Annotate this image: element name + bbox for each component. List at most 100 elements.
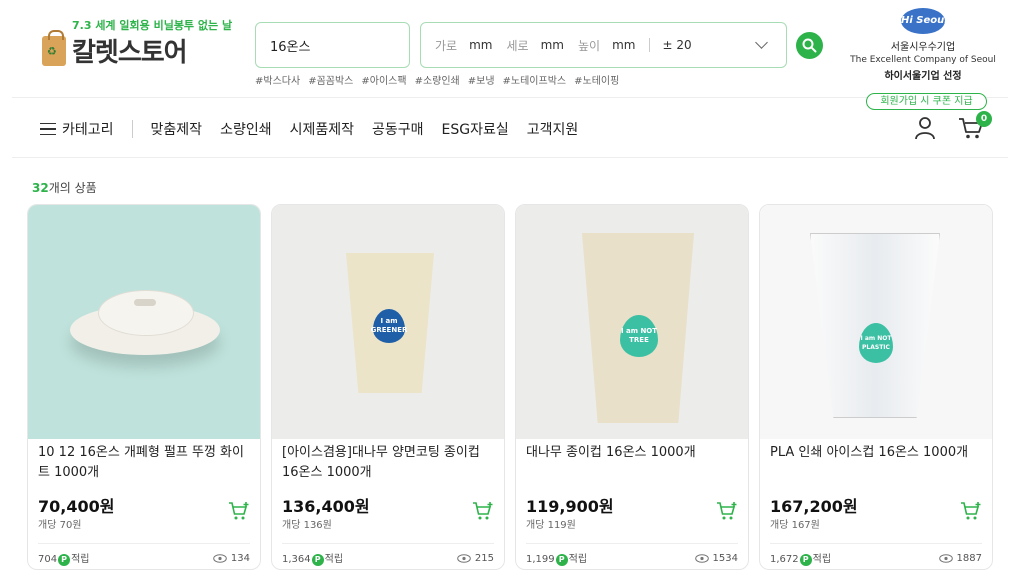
unit-price: 개당 167원 (770, 520, 820, 531)
popular-tags: #박스다사 #꼼꼼박스 #아이스팩 #소량인쇄 #보냉 #노테이프박스 #노테이… (255, 72, 619, 87)
width-unit[interactable]: mm (469, 38, 492, 52)
product-label-drop: I am NOT PLASTIC (859, 323, 893, 363)
search-button[interactable] (796, 32, 823, 59)
points-info: 1,364 P 적립 (282, 550, 343, 566)
count-number: 32 (32, 181, 49, 195)
product-title[interactable]: 10 12 16온스 개폐형 펄프 뚜껑 화이트 1000개 (38, 443, 252, 483)
nav-item-esg[interactable]: ESG자료실 (442, 119, 509, 139)
points-value: 704 (38, 554, 58, 565)
view-count: 1534 (694, 550, 738, 566)
tag-link[interactable]: #꼼꼼박스 (308, 72, 353, 87)
count-suffix: 개의 상품 (48, 181, 97, 195)
category-menu[interactable]: 카테고리 (40, 119, 114, 139)
award-line3: 하이서울기업 선정 (884, 71, 962, 82)
dimension-filter[interactable]: 가로 mm 세로 mm 높이 mm ± 20 (420, 22, 787, 68)
product-label-drop: I am GREENER (371, 309, 407, 343)
points-info: 704 P 적립 (38, 550, 90, 566)
seoul-award: Hi Seoul 서울시우수기업 The Excellent Company o… (848, 8, 998, 82)
length-unit[interactable]: mm (541, 38, 564, 52)
views-value: 215 (474, 552, 494, 564)
width-label: 가로 (435, 38, 458, 53)
points-icon: P (799, 554, 812, 566)
product-title[interactable]: [아이스겸용]대나무 양면코팅 종이컵 16온스 1000개 (282, 443, 496, 483)
points-info: 1,199 P 적립 (526, 550, 587, 566)
divider (649, 38, 651, 52)
points-icon: P (58, 554, 71, 566)
card-footer: 704 P 적립 134 (38, 543, 250, 566)
product-price: 70,400원 (38, 497, 115, 516)
card-footer: 1,199 P 적립 1534 (526, 543, 738, 566)
points-label: 적립 (324, 554, 344, 565)
product-card[interactable]: I am NOT PLASTIC PLA 인쇄 아이스컵 16온스 1000개 … (759, 204, 993, 570)
eye-icon (213, 553, 227, 563)
add-to-cart-icon[interactable] (228, 501, 250, 521)
tag-link[interactable]: #노테이프박스 (503, 72, 567, 87)
product-image[interactable]: I am GREENER (272, 205, 504, 439)
add-to-cart-icon[interactable] (472, 501, 494, 521)
bag-icon: ♻ (42, 29, 66, 66)
tag-link[interactable]: #소량인쇄 (415, 72, 460, 87)
points-icon: P (555, 554, 568, 566)
main-nav: 카테고리 맞춤제작 소량인쇄 시제품제작 공동구매 ESG자료실 고객지원 (40, 119, 596, 139)
award-line1: 서울시우수기업 (890, 42, 956, 53)
chevron-down-icon[interactable] (755, 36, 768, 49)
view-count: 215 (457, 550, 494, 566)
signup-coupon-button[interactable]: 회원가입 시 쿠폰 지급 (866, 93, 987, 110)
product-card[interactable]: 10 12 16온스 개폐형 펄프 뚜껑 화이트 1000개 70,400원 개… (27, 204, 261, 570)
cart-count-badge: 0 (976, 111, 992, 127)
tag-link[interactable]: #노테이핑 (574, 72, 619, 87)
tag-link[interactable]: #박스다사 (255, 72, 300, 87)
view-count: 134 (213, 550, 250, 566)
product-card[interactable]: I am NOT TREE 대나무 종이컵 16온스 1000개 119,900… (515, 204, 749, 570)
nav-item-prototype[interactable]: 시제품제작 (290, 119, 354, 139)
product-title[interactable]: 대나무 종이컵 16온스 1000개 (526, 443, 740, 463)
nav-item-support[interactable]: 고객지원 (527, 119, 579, 139)
category-label: 카테고리 (62, 122, 114, 138)
points-value: 1,199 (526, 554, 555, 565)
search-input[interactable] (255, 22, 410, 68)
store-logo[interactable]: ♻ 칼렛스토어 (42, 29, 188, 69)
tag-link[interactable]: #아이스팩 (361, 72, 406, 87)
nav-divider-line (12, 157, 1008, 158)
unit-price: 개당 136원 (282, 520, 332, 531)
points-icon: P (311, 554, 324, 566)
nav-item-small-print[interactable]: 소량인쇄 (220, 119, 272, 139)
tag-link[interactable]: #보냉 (468, 72, 495, 87)
hamburger-icon (40, 123, 56, 135)
header-divider (12, 97, 1008, 98)
card-footer: 1,672 P 적립 1887 (770, 543, 982, 566)
product-price: 167,200원 (770, 497, 858, 516)
eye-icon (938, 553, 953, 563)
promo-slogan: 7.3 세계 일회용 비닐봉투 없는 날 (72, 19, 233, 32)
eye-icon (694, 553, 709, 563)
hi-seoul-logo: Hi Seoul (901, 8, 948, 34)
height-label: 높이 (577, 38, 601, 53)
add-to-cart-icon[interactable] (960, 501, 982, 521)
card-footer: 1,364 P 적립 215 (282, 543, 494, 566)
points-label: 적립 (568, 554, 588, 565)
product-price: 119,900원 (526, 497, 614, 516)
nav-divider (131, 120, 133, 138)
points-label: 적립 (71, 554, 90, 565)
user-icon[interactable] (914, 116, 936, 140)
add-to-cart-icon[interactable] (716, 501, 738, 521)
points-label: 적립 (812, 554, 832, 565)
product-card[interactable]: I am GREENER [아이스겸용]대나무 양면코팅 종이컵 16온스 10… (271, 204, 505, 570)
views-value: 134 (230, 552, 250, 564)
eye-icon (457, 553, 471, 563)
height-unit[interactable]: mm (612, 38, 635, 52)
view-count: 1887 (938, 550, 982, 566)
search-icon (802, 38, 817, 53)
award-line2: The Excellent Company of Seoul (850, 55, 996, 65)
nav-item-custom[interactable]: 맞춤제작 (151, 119, 203, 139)
tolerance-select[interactable]: ± 20 (662, 38, 757, 52)
unit-price: 개당 119원 (526, 520, 576, 531)
nav-item-group-buy[interactable]: 공동구매 (372, 119, 424, 139)
product-image[interactable] (28, 205, 260, 439)
product-price: 136,400원 (282, 497, 370, 516)
product-title[interactable]: PLA 인쇄 아이스컵 16온스 1000개 (770, 443, 984, 463)
product-image[interactable]: I am NOT PLASTIC (760, 205, 992, 439)
length-label: 세로 (506, 38, 529, 53)
points-value: 1,364 (282, 554, 311, 565)
product-image[interactable]: I am NOT TREE (516, 205, 748, 439)
